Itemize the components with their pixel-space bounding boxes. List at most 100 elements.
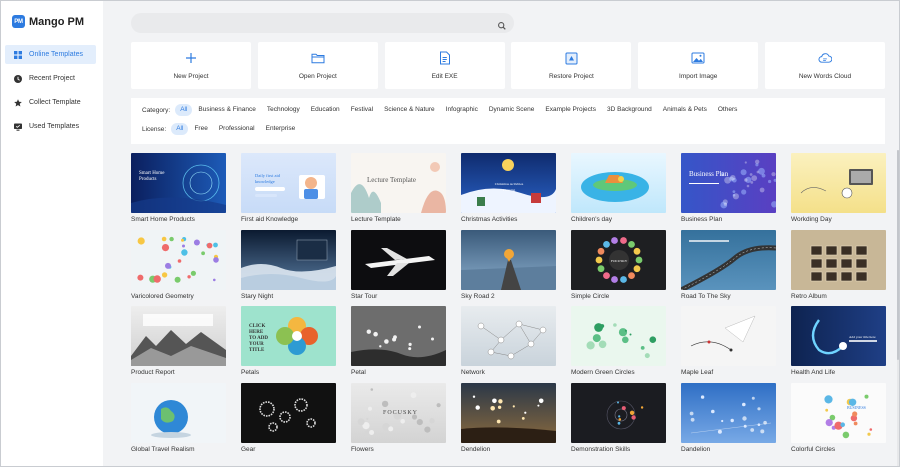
template-thumbnail[interactable]: [131, 382, 226, 443]
template-card[interactable]: Road To The Sky: [681, 229, 776, 300]
thumbnail-caption: FOCUSKY: [611, 258, 628, 263]
category-chip-science-nature[interactable]: Science & Nature: [379, 104, 440, 116]
open-project-button[interactable]: Open Project: [257, 42, 378, 89]
template-thumbnail[interactable]: [131, 306, 226, 366]
template-card[interactable]: Petal: [351, 306, 446, 376]
template-card[interactable]: Add your title here Health And Life: [791, 306, 886, 376]
template-thumbnail[interactable]: [571, 306, 666, 366]
template-card[interactable]: Dendelion: [461, 382, 556, 453]
template-thumbnail[interactable]: [461, 382, 556, 443]
template-card[interactable]: Lecture Template Lecture Template: [351, 153, 446, 223]
new-words-cloud-button[interactable]: New Words Cloud: [764, 42, 885, 89]
template-thumbnail[interactable]: Lecture Template: [351, 153, 446, 213]
thumbnail-caption: FOCUSKY: [383, 409, 419, 416]
template-card[interactable]: Business Plan Business Plan: [681, 153, 776, 223]
scrollbar-thumb[interactable]: [897, 150, 899, 360]
template-thumbnail[interactable]: Smart Home Products: [131, 153, 226, 213]
template-card[interactable]: Product Report: [131, 306, 226, 376]
template-name: Product Report: [131, 369, 175, 376]
template-name: Star Tour: [351, 292, 378, 300]
template-thumbnail[interactable]: [131, 229, 226, 290]
template-name: Stary Night: [241, 292, 274, 300]
license-chip-professional[interactable]: Professional: [214, 123, 260, 135]
license-chip-all[interactable]: All: [171, 123, 189, 135]
template-card[interactable]: CLICK HERE TO ADD YOUR TITLE Petals: [241, 306, 336, 376]
category-chip-3d-background[interactable]: 3D Background: [602, 104, 657, 116]
category-chip-example-projects[interactable]: Example Projects: [540, 104, 601, 116]
template-thumbnail[interactable]: [461, 229, 556, 290]
category-chip-infographic[interactable]: Infographic: [441, 104, 483, 116]
template-thumbnail[interactable]: [681, 306, 776, 366]
template-thumbnail[interactable]: [681, 229, 776, 290]
template-thumbnail[interactable]: [791, 153, 886, 213]
monitor-icon: [13, 123, 23, 131]
template-card[interactable]: BUSINESS Colorful Circles: [791, 382, 886, 453]
license-chip-free[interactable]: Free: [189, 123, 212, 135]
template-thumbnail[interactable]: [571, 153, 666, 213]
template-card[interactable]: Stary Night: [241, 229, 336, 300]
template-card[interactable]: Retro Album: [791, 229, 886, 300]
template-card[interactable]: Modern Green Circles: [571, 306, 666, 376]
template-card[interactable]: FOCUSKY Flowers: [351, 382, 446, 453]
sidebar-item-used-templates[interactable]: Used Templates: [5, 117, 96, 136]
template-thumbnail[interactable]: [351, 229, 446, 290]
template-thumbnail[interactable]: Daily first aid knowledge: [241, 153, 336, 213]
template-card[interactable]: Workding Day: [791, 153, 886, 223]
template-thumbnail[interactable]: [791, 229, 886, 290]
template-name: Business Plan: [681, 216, 723, 223]
search-icon[interactable]: [497, 18, 507, 30]
category-chip-animals-pets[interactable]: Animals & Pets: [658, 104, 712, 116]
template-card[interactable]: FOCUSKY Simple Circle: [571, 229, 666, 300]
template-name: Dendelion: [461, 445, 491, 453]
template-card[interactable]: Varicolored Geometry: [131, 229, 226, 300]
template-card[interactable]: Global Travel Realism: [131, 382, 226, 453]
image-icon: [691, 51, 705, 65]
sidebar-item-online-templates[interactable]: Online Templates: [5, 45, 96, 64]
template-card[interactable]: Network: [461, 306, 556, 376]
template-card[interactable]: Children's day: [571, 153, 666, 223]
template-thumbnail[interactable]: [241, 229, 336, 290]
restore-project-button[interactable]: Restore Project: [511, 42, 632, 89]
template-card[interactable]: Smart Home Products Smart Home Products: [131, 153, 226, 223]
category-chip-business-finance[interactable]: Business & Finance: [193, 104, 260, 116]
thumbnail-caption: BUSINESS: [847, 404, 866, 410]
template-name: Lecture Template: [351, 216, 401, 223]
template-thumbnail[interactable]: [351, 306, 446, 366]
category-chip-dynamic-scene[interactable]: Dynamic Scene: [484, 104, 540, 116]
template-thumbnail[interactable]: [571, 382, 666, 443]
template-thumbnail[interactable]: [681, 382, 776, 443]
template-thumbnail[interactable]: Business Plan: [681, 153, 776, 213]
category-chip-technology[interactable]: Technology: [262, 104, 305, 116]
template-thumbnail[interactable]: Add your title here: [791, 306, 886, 366]
license-chip-enterprise[interactable]: Enterprise: [261, 123, 301, 135]
template-thumbnail[interactable]: [461, 306, 556, 366]
new-project-button[interactable]: New Project: [131, 42, 251, 89]
category-chip-all[interactable]: All: [175, 104, 193, 116]
template-name: Varicolored Geometry: [131, 292, 194, 300]
category-chip-education[interactable]: Education: [306, 104, 345, 116]
search-input[interactable]: [131, 13, 514, 33]
template-card[interactable]: Daily first aid knowledge First aid Knowl…: [241, 153, 336, 223]
template-thumbnail[interactable]: FOCUSKY: [351, 382, 446, 443]
edit-exe-button[interactable]: Edit EXE: [384, 42, 505, 89]
template-thumbnail[interactable]: [241, 382, 336, 443]
template-card[interactable]: Christmas Activities Planning Christmas A…: [461, 153, 556, 223]
template-thumbnail[interactable]: BUSINESS: [791, 382, 886, 443]
template-card[interactable]: Sky Road 2: [461, 229, 556, 300]
template-card[interactable]: Demonstration Skills: [571, 382, 666, 453]
template-card[interactable]: Maple Leaf: [681, 306, 776, 376]
action-label: Restore Project: [548, 73, 594, 80]
template-card[interactable]: Dandelion: [681, 382, 776, 453]
sidebar-item-recent-project[interactable]: Recent Project: [5, 69, 96, 88]
template-card[interactable]: Gear: [241, 382, 336, 453]
template-thumbnail[interactable]: FOCUSKY: [571, 229, 666, 290]
category-chip-festival[interactable]: Festival: [346, 104, 378, 116]
template-thumbnail[interactable]: Christmas Activities Planning: [461, 153, 556, 213]
category-chip-others[interactable]: Others: [713, 104, 743, 116]
template-name: Sky Road 2: [461, 292, 495, 300]
sidebar-item-collect-template[interactable]: Collect Template: [5, 93, 96, 112]
template-thumbnail[interactable]: CLICK HERE TO ADD YOUR TITLE: [241, 306, 336, 366]
template-name: Smart Home Products: [131, 216, 195, 223]
template-card[interactable]: Star Tour: [351, 229, 446, 300]
import-image-button[interactable]: Import Image: [638, 42, 759, 89]
